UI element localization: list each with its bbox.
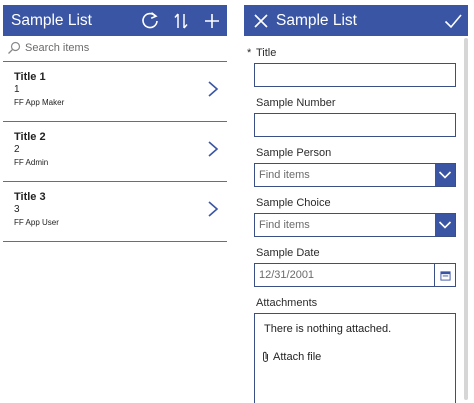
item-title: Title 2 (14, 131, 46, 143)
sample-date-picker[interactable] (254, 263, 456, 287)
sample-person-combobox[interactable] (254, 163, 456, 187)
chevron-right-icon[interactable] (207, 140, 219, 158)
sample-number-label: Sample Number (256, 97, 336, 109)
sample-number-input[interactable] (255, 114, 455, 136)
item-person: FF App Maker (14, 98, 65, 107)
checkmark-icon[interactable] (443, 11, 463, 31)
edit-screen: Sample List * Title Sample Number Sample… (244, 5, 468, 403)
required-marker: * (247, 47, 252, 59)
item-title: Title 1 (14, 71, 46, 83)
search-icon (7, 41, 21, 55)
search-input[interactable] (25, 39, 221, 57)
items-gallery: Title 1 1 FF App Maker Title 2 2 FF Admi… (3, 62, 227, 242)
item-number: 3 (14, 204, 20, 215)
sort-icon[interactable] (171, 11, 191, 31)
item-person: FF Admin (14, 158, 49, 167)
browse-title: Sample List (11, 12, 92, 29)
item-title: Title 3 (14, 191, 46, 203)
title-field[interactable] (254, 63, 456, 87)
sample-date-label: Sample Date (256, 247, 320, 259)
list-item[interactable]: Title 1 1 FF App Maker (3, 62, 227, 122)
form-scrollbar[interactable] (464, 38, 468, 400)
close-icon[interactable] (251, 11, 271, 31)
sample-choice-label: Sample Choice (256, 197, 331, 209)
sample-choice-combobox[interactable] (254, 213, 456, 237)
chevron-right-icon[interactable] (207, 80, 219, 98)
refresh-icon[interactable] (140, 11, 160, 31)
attachments-label: Attachments (256, 297, 318, 309)
title-label: Title (256, 47, 277, 59)
paperclip-icon (263, 351, 268, 362)
browse-header: Sample List (3, 5, 227, 36)
attach-file-button[interactable]: Attach file (261, 351, 321, 363)
search-bar (3, 36, 227, 62)
title-input[interactable] (255, 64, 455, 86)
item-number: 1 (14, 84, 20, 95)
sample-number-field[interactable] (254, 113, 456, 137)
attach-file-label: Attach file (273, 351, 322, 363)
edit-title: Sample List (276, 12, 357, 29)
edit-header: Sample List (244, 5, 468, 36)
attachments-control: There is nothing attached. Attach file (254, 313, 456, 403)
chevron-down-icon[interactable] (435, 214, 455, 236)
sample-date-input[interactable] (255, 264, 455, 286)
browse-screen: Sample List Title 1 1 FF App Maker Title… (3, 5, 227, 403)
add-icon[interactable] (202, 11, 222, 31)
sample-person-label: Sample Person (256, 147, 332, 159)
item-person: FF App User (14, 218, 59, 227)
list-item[interactable]: Title 3 3 FF App User (3, 182, 227, 242)
calendar-icon[interactable] (434, 264, 455, 286)
sample-person-input[interactable] (255, 164, 433, 186)
list-item[interactable]: Title 2 2 FF Admin (3, 122, 227, 182)
chevron-right-icon[interactable] (207, 200, 219, 218)
item-number: 2 (14, 144, 20, 155)
sample-choice-input[interactable] (255, 214, 433, 236)
attachments-empty-text: There is nothing attached. (264, 323, 392, 335)
chevron-down-icon[interactable] (435, 164, 455, 186)
